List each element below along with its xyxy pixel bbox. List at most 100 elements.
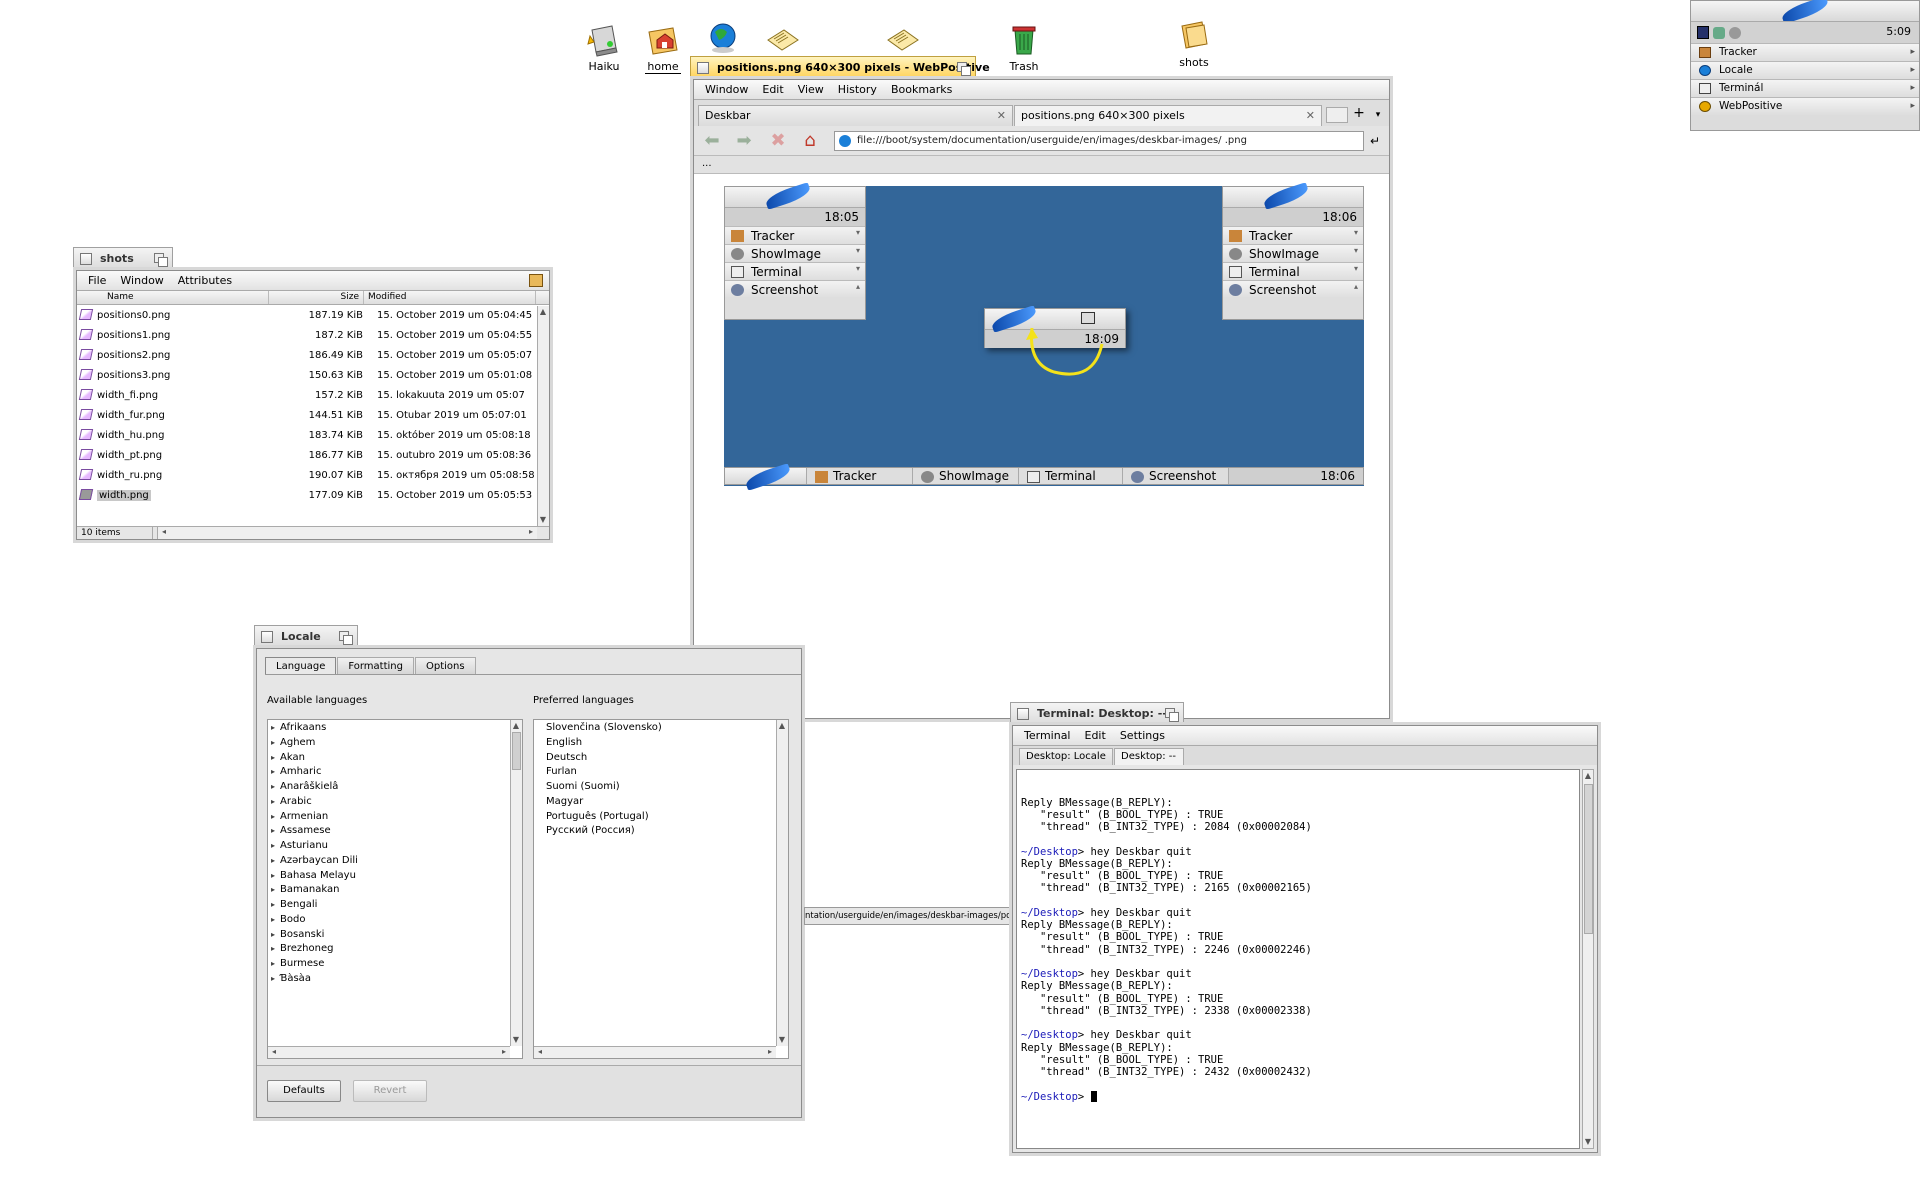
- deskbar-clock[interactable]: 5:09: [1886, 25, 1911, 38]
- language-item[interactable]: Brezhoneg: [268, 942, 522, 957]
- deskbar-item-tracker[interactable]: Tracker ▸: [1691, 43, 1919, 61]
- close-icon[interactable]: [80, 253, 92, 265]
- menu-window[interactable]: Window: [698, 83, 755, 96]
- column-name[interactable]: Name: [77, 291, 269, 304]
- go-icon[interactable]: ↵: [1363, 130, 1387, 152]
- file-row[interactable]: width_fi.png 157.2 KiB 15. lokakuuta 2019 …: [77, 385, 549, 405]
- preferred-language-item[interactable]: Furlan: [534, 765, 788, 780]
- file-row[interactable]: width_hu.png 183.74 KiB 15. október 2019 u…: [77, 425, 549, 445]
- vertical-scrollbar[interactable]: ▲ ▼: [510, 720, 522, 1046]
- close-icon[interactable]: [697, 62, 709, 74]
- language-item[interactable]: Amharic: [268, 765, 522, 780]
- file-row[interactable]: positions1.png 187.2 KiB 15. October 2019 …: [77, 325, 549, 345]
- preferred-language-item[interactable]: Slovenčina (Slovensko): [534, 721, 788, 736]
- preferred-language-item[interactable]: Suomi (Suomi): [534, 780, 788, 795]
- menu-attributes[interactable]: Attributes: [171, 274, 239, 287]
- tab-scroll-icon[interactable]: [1326, 107, 1348, 123]
- scroll-left-icon[interactable]: ◂: [159, 527, 169, 537]
- close-icon[interactable]: [261, 631, 273, 643]
- language-item[interactable]: Bosanski: [268, 928, 522, 943]
- language-item[interactable]: Ɓàsàa: [268, 972, 522, 987]
- file-row[interactable]: width_pt.png 186.77 KiB 15. outubro 2019 u…: [77, 445, 549, 465]
- scroll-down-icon[interactable]: ▼: [538, 515, 548, 525]
- deskbar-item-webpositive[interactable]: WebPositive ▸: [1691, 97, 1919, 115]
- zoom-icon[interactable]: [957, 62, 971, 76]
- file-row[interactable]: positions3.png 150.63 KiB 15. October 2019…: [77, 365, 549, 385]
- desktop-icon-shots[interactable]: shots: [1154, 18, 1234, 69]
- preferred-language-item[interactable]: Deutsch: [534, 751, 788, 766]
- available-languages-list[interactable]: AfrikaansAghemAkanAmharicAnarâškielâArab…: [267, 719, 523, 1059]
- bookmark-overflow[interactable]: ...: [702, 158, 712, 169]
- tab-menu-icon[interactable]: ▾: [1370, 107, 1386, 123]
- vertical-scrollbar[interactable]: ▲ ▼: [1582, 769, 1594, 1149]
- menu-window[interactable]: Window: [113, 274, 170, 287]
- back-icon[interactable]: ⬅: [700, 130, 724, 152]
- home-icon[interactable]: ⌂: [798, 130, 822, 152]
- file-row[interactable]: width_ru.png 190.07 KiB 15. октября 2019 u…: [77, 465, 549, 485]
- preferred-language-item[interactable]: Русский (Россия): [534, 824, 788, 839]
- desktop-icon-document-2[interactable]: [862, 22, 942, 60]
- desktop-icon-document-1[interactable]: [742, 22, 822, 60]
- revert-button[interactable]: Revert: [353, 1080, 427, 1102]
- tab-desktop-current[interactable]: Desktop: --: [1114, 748, 1184, 765]
- language-item[interactable]: Azərbaycan Dili: [268, 854, 522, 869]
- horizontal-scrollbar[interactable]: ◂ ▸: [268, 1046, 510, 1058]
- language-item[interactable]: Armenian: [268, 810, 522, 825]
- url-input[interactable]: file:///boot/system/documentation/usergu…: [834, 131, 1364, 151]
- shots-title-tab[interactable]: shots: [73, 247, 173, 269]
- stop-icon[interactable]: ✖: [766, 130, 790, 152]
- desktop-icon-trash[interactable]: Trash: [984, 22, 1064, 73]
- preferred-language-item[interactable]: Português (Portugal): [534, 810, 788, 825]
- forward-icon[interactable]: ➡: [732, 130, 756, 152]
- menu-file[interactable]: File: [81, 274, 113, 287]
- scroll-down-icon[interactable]: ▼: [1583, 1137, 1593, 1147]
- file-row[interactable]: positions2.png 186.49 KiB 15. October 2019…: [77, 345, 549, 365]
- scroll-down-icon[interactable]: ▼: [511, 1035, 521, 1045]
- deskbar-item-locale[interactable]: Locale ▸: [1691, 61, 1919, 79]
- menu-history[interactable]: History: [831, 83, 884, 96]
- language-item[interactable]: Bahasa Melayu: [268, 869, 522, 884]
- preferred-languages-list[interactable]: Slovenčina (Slovensko) English Deutsch Furl…: [533, 719, 789, 1059]
- scroll-up-icon[interactable]: ▲: [538, 307, 548, 317]
- file-row[interactable]: positions0.png 187.19 KiB 15. October 2019…: [77, 305, 549, 325]
- menu-settings[interactable]: Settings: [1113, 729, 1172, 742]
- language-item[interactable]: Asturianu: [268, 839, 522, 854]
- language-item[interactable]: Aghem: [268, 736, 522, 751]
- zoom-icon[interactable]: [339, 631, 353, 645]
- vertical-scrollbar[interactable]: ▲ ▼: [776, 720, 788, 1046]
- close-icon[interactable]: [1017, 708, 1029, 720]
- locale-title-tab[interactable]: Locale: [254, 625, 358, 647]
- menu-edit[interactable]: Edit: [755, 83, 790, 96]
- zoom-icon[interactable]: [1165, 708, 1179, 722]
- zoom-icon[interactable]: [154, 253, 168, 267]
- scroll-thumb[interactable]: [512, 732, 521, 770]
- new-tab-icon[interactable]: +: [1350, 106, 1368, 123]
- tray-icon-workspace[interactable]: [1697, 26, 1709, 39]
- language-item[interactable]: Arabic: [268, 795, 522, 810]
- terminal-output[interactable]: Reply BMessage(B_REPLY): "result" (B_BOO…: [1016, 769, 1580, 1149]
- preferred-language-item[interactable]: Magyar: [534, 795, 788, 810]
- file-row[interactable]: width_fur.png 144.51 KiB 15. Otubar 2019 u…: [77, 405, 549, 425]
- menu-edit[interactable]: Edit: [1078, 729, 1113, 742]
- scroll-down-icon[interactable]: ▼: [777, 1035, 787, 1045]
- column-modified[interactable]: Modified: [364, 291, 536, 304]
- horizontal-scrollbar[interactable]: ◂ ▸: [534, 1046, 776, 1058]
- language-item[interactable]: Bamanakan: [268, 883, 522, 898]
- terminal-title-tab[interactable]: Terminal: Desktop: --: [1010, 702, 1184, 724]
- language-item[interactable]: Anarâškielâ: [268, 780, 522, 795]
- close-tab-icon[interactable]: ✕: [1306, 106, 1315, 126]
- close-tab-icon[interactable]: ✕: [997, 106, 1006, 126]
- tab-deskbar[interactable]: Deskbar ✕: [698, 105, 1013, 126]
- language-item[interactable]: Bodo: [268, 913, 522, 928]
- vertical-scrollbar[interactable]: ▲ ▼: [537, 306, 549, 526]
- tab-formatting[interactable]: Formatting: [337, 657, 414, 674]
- language-item[interactable]: Bengali: [268, 898, 522, 913]
- tab-desktop-locale[interactable]: Desktop: Locale: [1019, 748, 1113, 765]
- menu-terminal[interactable]: Terminal: [1017, 729, 1078, 742]
- scroll-up-icon[interactable]: ▲: [511, 721, 521, 731]
- browser-title-tab[interactable]: positions.png 640×300 pixels - WebPositi…: [690, 56, 990, 78]
- scroll-left-icon[interactable]: ◂: [535, 1047, 545, 1057]
- scroll-up-icon[interactable]: ▲: [1583, 771, 1593, 781]
- menu-view[interactable]: View: [791, 83, 831, 96]
- tracker-menu-icon[interactable]: [529, 274, 543, 287]
